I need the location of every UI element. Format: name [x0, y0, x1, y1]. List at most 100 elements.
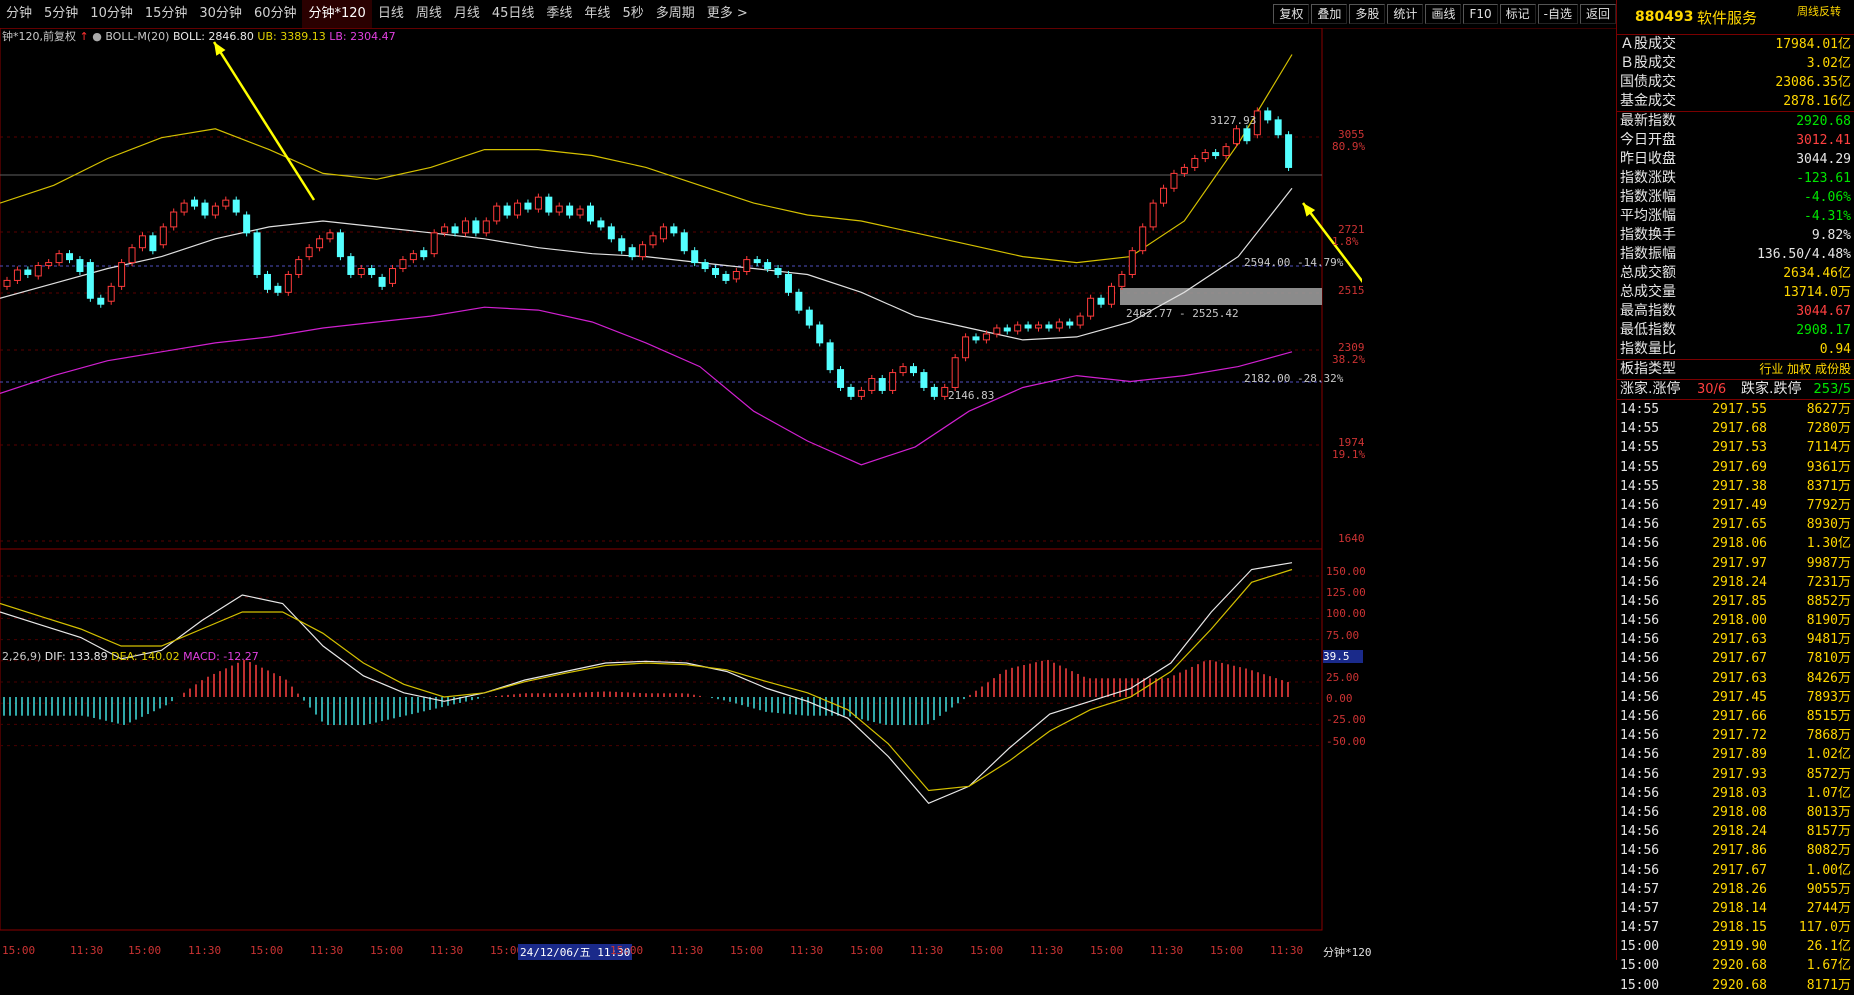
- tick-row[interactable]: 14:56 2917.89 1.02亿: [1617, 745, 1854, 764]
- tick-time: 14:56: [1620, 843, 1660, 859]
- tick-row[interactable]: 14:56 2918.00 8190万: [1617, 611, 1854, 630]
- tick-price: 2920.68: [1712, 977, 1767, 993]
- tab-2[interactable]: 10分钟: [84, 0, 139, 28]
- candle-body: [305, 247, 313, 258]
- tab-4[interactable]: 30分钟: [193, 0, 248, 28]
- tick-row[interactable]: 15:00 2919.90 26.1亿: [1617, 937, 1854, 956]
- tool-button-6[interactable]: 标记: [1499, 4, 1536, 24]
- tab-8[interactable]: 周线: [410, 0, 448, 28]
- tick-row[interactable]: 14:57 2918.14 2744万: [1617, 899, 1854, 918]
- tick-row[interactable]: 14:56 2918.24 7231万: [1617, 573, 1854, 592]
- time-axis-label: 11:30: [70, 944, 104, 957]
- candle-body: [1107, 285, 1115, 305]
- level-label: 2182.00 -28.32%: [1244, 372, 1344, 385]
- tick-volume: 9361万: [1806, 459, 1851, 475]
- index-label: 平均涨幅: [1620, 208, 1676, 224]
- candle-body: [1076, 315, 1084, 326]
- candle-body: [764, 262, 772, 270]
- candle-body: [274, 285, 282, 293]
- tick-row[interactable]: 14:55 2917.38 8371万: [1617, 477, 1854, 496]
- tick-row[interactable]: 15:00 2920.68 1.67亿: [1617, 956, 1854, 975]
- tick-row[interactable]: 14:56 2917.49 7792万: [1617, 496, 1854, 515]
- tool-button-5[interactable]: F10: [1463, 4, 1498, 24]
- candle-body: [3, 279, 11, 287]
- time-axis-label: 11:30: [1030, 944, 1064, 957]
- tick-list[interactable]: 14:55 2917.55 8627万 14:55 2917.68 7280万 14:55 2…: [1617, 400, 1854, 995]
- tab-14[interactable]: 多周期: [650, 0, 701, 28]
- tab-11[interactable]: 季线: [540, 0, 578, 28]
- tick-price: 2918.14: [1712, 900, 1767, 916]
- candle-body: [722, 273, 730, 281]
- tab-7[interactable]: 日线: [372, 0, 410, 28]
- tick-row[interactable]: 14:56 2917.67 1.00亿: [1617, 861, 1854, 880]
- macd-value: MACD: -12.27: [183, 650, 259, 663]
- index-label: 总成交量: [1620, 284, 1676, 300]
- indicator-name[interactable]: BOLL-M(20): [105, 30, 169, 43]
- tick-row[interactable]: 14:56 2917.97 9987万: [1617, 554, 1854, 573]
- tick-row[interactable]: 14:55 2917.68 7280万: [1617, 419, 1854, 438]
- tool-button-4[interactable]: 画线: [1425, 4, 1462, 24]
- tick-volume: 8082万: [1806, 843, 1851, 859]
- tab-3[interactable]: 15分钟: [139, 0, 194, 28]
- tick-row[interactable]: 14:56 2918.06 1.30亿: [1617, 534, 1854, 553]
- tab-15[interactable]: 更多 >: [701, 0, 754, 28]
- tick-row[interactable]: 15:00 2920.68 8171万: [1617, 976, 1854, 995]
- tick-row[interactable]: 14:56 2917.86 8082万: [1617, 841, 1854, 860]
- tick-row[interactable]: 14:55 2917.55 8627万: [1617, 400, 1854, 419]
- candle-body: [1128, 250, 1136, 275]
- candle-body: [503, 205, 511, 216]
- tick-price: 2918.15: [1712, 920, 1767, 936]
- tool-button-2[interactable]: 多股: [1349, 4, 1386, 24]
- tick-row[interactable]: 14:56 2917.67 7810万: [1617, 649, 1854, 668]
- stats-value: 23086.35亿: [1775, 75, 1851, 90]
- tab-9[interactable]: 月线: [448, 0, 486, 28]
- tick-row[interactable]: 14:56 2917.63 9481万: [1617, 630, 1854, 649]
- tool-button-1[interactable]: 叠加: [1311, 4, 1348, 24]
- drawn-arrow-head: [214, 42, 226, 56]
- tab-1[interactable]: 5分钟: [38, 0, 84, 28]
- tick-row[interactable]: 14:55 2917.69 9361万: [1617, 458, 1854, 477]
- tick-row[interactable]: 14:56 2917.85 8852万: [1617, 592, 1854, 611]
- tick-time: 14:57: [1620, 900, 1660, 916]
- tick-row[interactable]: 14:56 2917.65 8930万: [1617, 515, 1854, 534]
- tick-row[interactable]: 14:57 2918.26 9055万: [1617, 880, 1854, 899]
- tick-row[interactable]: 14:56 2918.03 1.07亿: [1617, 784, 1854, 803]
- tick-row[interactable]: 14:56 2918.08 8013万: [1617, 803, 1854, 822]
- tick-row[interactable]: 14:56 2917.63 8426万: [1617, 669, 1854, 688]
- tick-row[interactable]: 14:56 2917.72 7868万: [1617, 726, 1854, 745]
- candle-body: [1066, 321, 1074, 326]
- candle-body: [118, 262, 126, 287]
- tick-volume: 7114万: [1806, 440, 1851, 456]
- tool-button-3[interactable]: 统计: [1387, 4, 1424, 24]
- tab-6[interactable]: 分钟*120: [302, 0, 372, 28]
- tab-10[interactable]: 45日线: [486, 0, 541, 28]
- time-axis-label: 15:00: [370, 944, 404, 957]
- tab-5[interactable]: 60分钟: [248, 0, 303, 28]
- candlestick-chart[interactable]: [0, 28, 1362, 960]
- tick-row[interactable]: 14:56 2918.24 8157万: [1617, 822, 1854, 841]
- tick-price: 2917.38: [1712, 478, 1767, 494]
- candle-body: [628, 247, 636, 258]
- tool-button-8[interactable]: 返回: [1579, 4, 1616, 24]
- tick-volume: 7231万: [1806, 574, 1851, 590]
- tab-0[interactable]: 分钟: [0, 0, 38, 28]
- tick-row[interactable]: 14:55 2917.53 7114万: [1617, 438, 1854, 457]
- candle-body: [1191, 158, 1199, 168]
- index-code: 880493: [1635, 9, 1694, 25]
- indicator-settings-icon[interactable]: ●: [92, 30, 102, 43]
- tool-button-7[interactable]: -自选: [1537, 4, 1578, 24]
- tick-row[interactable]: 14:56 2917.66 8515万: [1617, 707, 1854, 726]
- candle-body: [284, 273, 292, 293]
- tick-time: 14:56: [1620, 747, 1660, 763]
- tick-row[interactable]: 14:56 2917.45 7893万: [1617, 688, 1854, 707]
- tab-12[interactable]: 年线: [578, 0, 616, 28]
- down-label: 跌家.跌停: [1741, 381, 1802, 397]
- tick-price: 2917.67: [1712, 651, 1767, 667]
- index-type-values[interactable]: 行业 加权 成份股: [1759, 360, 1851, 379]
- candle-body: [607, 226, 615, 240]
- tick-row[interactable]: 14:56 2917.93 8572万: [1617, 765, 1854, 784]
- tick-time: 14:56: [1620, 824, 1660, 840]
- tick-row[interactable]: 14:57 2918.15 117.0万: [1617, 918, 1854, 937]
- tab-13[interactable]: 5秒: [616, 0, 649, 28]
- tool-button-0[interactable]: 复权: [1273, 4, 1310, 24]
